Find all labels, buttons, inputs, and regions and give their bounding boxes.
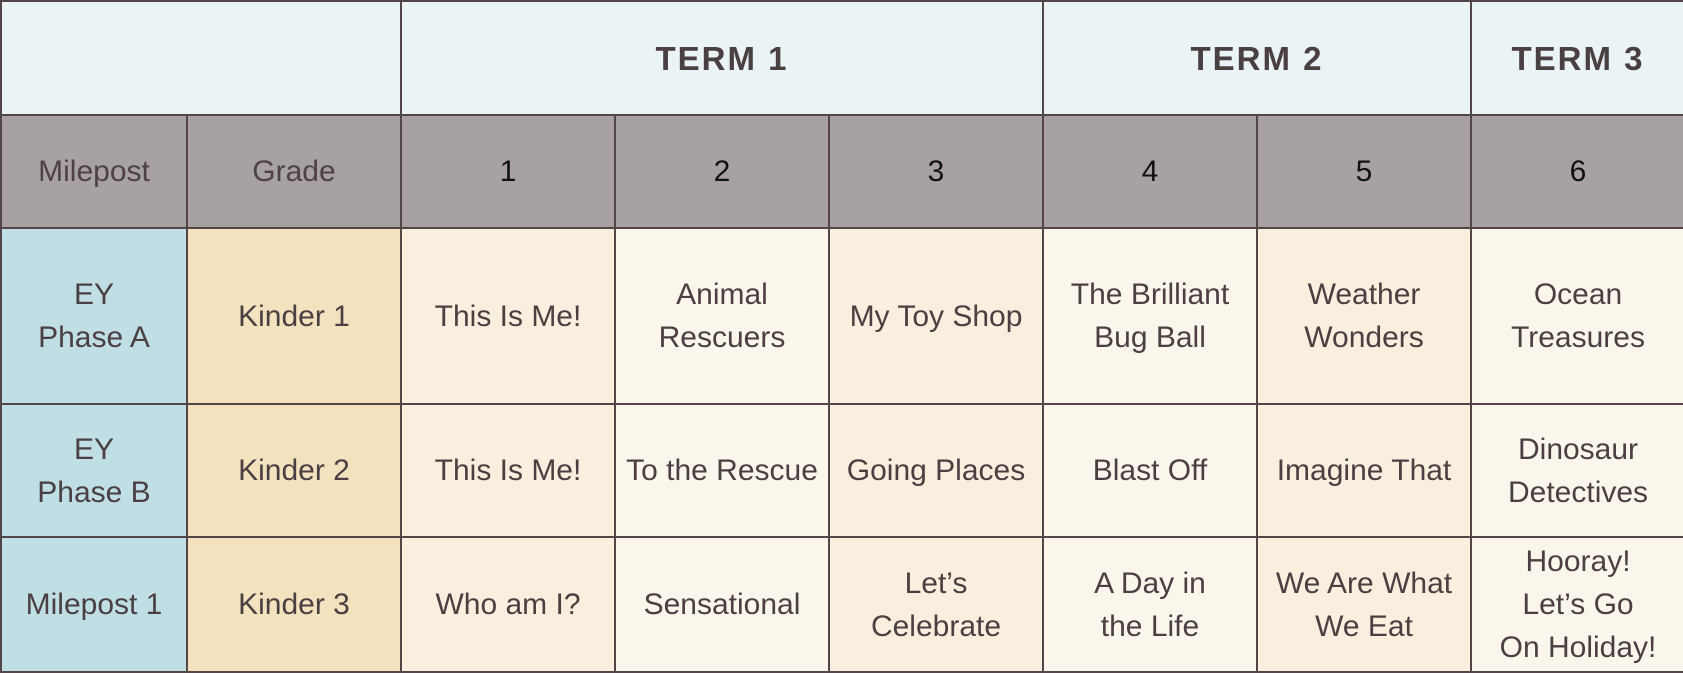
table-row: EY Phase B Kinder 2 This Is Me! To the R… [0,403,1683,538]
term-header-row: TERM 1 TERM 2 TERM 3 [0,0,1683,116]
unit-cell: A Day in the Life [1042,536,1258,673]
unit-cell: We Are What We Eat [1255,536,1473,673]
column-header-row: Milepost Grade 1 2 3 4 5 6 [0,114,1683,229]
unit-5-header: 5 [1255,114,1473,229]
unit-cell: This Is Me! [400,227,616,405]
milepost-cell: Milepost 1 [0,536,188,673]
unit-2-header: 2 [614,114,830,229]
milepost-header: Milepost [0,114,188,229]
term-3-header: TERM 3 [1470,0,1683,116]
grade-cell: Kinder 2 [186,403,402,538]
milepost-cell: EY Phase B [0,403,188,538]
unit-cell: Imagine That [1255,403,1473,538]
unit-cell: Who am I? [400,536,616,673]
grade-cell: Kinder 3 [186,536,402,673]
unit-4-header: 4 [1042,114,1258,229]
unit-cell: Weather Wonders [1255,227,1473,405]
unit-cell: This Is Me! [400,403,616,538]
unit-cell: Blast Off [1042,403,1258,538]
term-1-header: TERM 1 [400,0,1044,116]
table-row: EY Phase A Kinder 1 This Is Me! Animal R… [0,227,1683,405]
grade-cell: Kinder 1 [186,227,402,405]
unit-6-header: 6 [1470,114,1683,229]
curriculum-table: TERM 1 TERM 2 TERM 3 Milepost Grade 1 2 … [0,0,1683,673]
table-row: Milepost 1 Kinder 3 Who am I? Sensationa… [0,536,1683,673]
blank-corner-cell [0,0,402,116]
unit-1-header: 1 [400,114,616,229]
unit-cell: Let’s Celebrate [828,536,1044,673]
term-2-header: TERM 2 [1041,0,1473,116]
unit-cell: Ocean Treasures [1470,227,1683,405]
unit-3-header: 3 [828,114,1044,229]
unit-cell: Hooray! Let’s Go On Holiday! [1470,536,1683,673]
unit-cell: Animal Rescuers [614,227,830,405]
unit-cell: Going Places [828,403,1044,538]
unit-cell: Sensational [614,536,830,673]
unit-cell: My Toy Shop [828,227,1044,405]
unit-cell: Dinosaur Detectives [1470,403,1683,538]
unit-cell: The Brilliant Bug Ball [1042,227,1258,405]
unit-cell: To the Rescue [614,403,830,538]
grade-header: Grade [186,114,402,229]
milepost-cell: EY Phase A [0,227,188,405]
